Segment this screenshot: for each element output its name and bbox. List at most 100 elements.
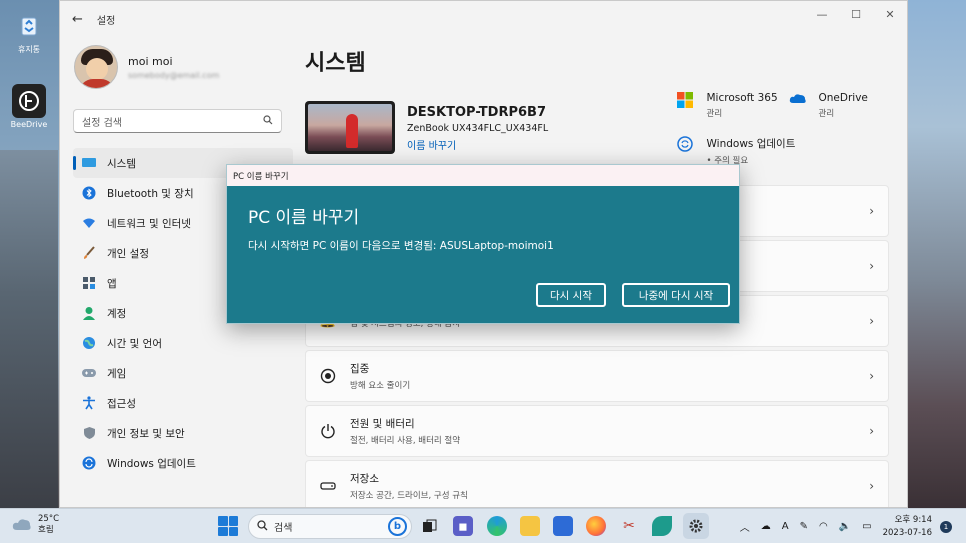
minimize-button[interactable]: — bbox=[805, 1, 839, 27]
close-button[interactable]: ✕ bbox=[873, 1, 907, 27]
search-icon bbox=[257, 519, 268, 534]
chat-icon[interactable]: ◼ bbox=[453, 516, 473, 536]
sidebar-item-accessibility[interactable]: 접근성 bbox=[73, 388, 293, 418]
settings-card-focus[interactable]: 집중 방해 요소 줄이기 › bbox=[305, 350, 889, 402]
search-placeholder: 설정 검색 bbox=[82, 117, 122, 129]
weather-widget[interactable]: 25°C 흐림 bbox=[12, 514, 59, 536]
beedrive-taskbar-icon[interactable] bbox=[652, 516, 672, 536]
beedrive-icon bbox=[12, 84, 46, 118]
chevron-right-icon: › bbox=[869, 259, 874, 273]
power-icon bbox=[320, 423, 336, 439]
profile-email: ​somebody@email.com bbox=[128, 70, 220, 80]
pen-icon[interactable]: ✎ bbox=[800, 521, 808, 532]
start-button[interactable] bbox=[218, 516, 238, 536]
clock-date: 2023-07-16 bbox=[882, 527, 932, 538]
window-title: 설정 bbox=[96, 15, 116, 27]
title-bar: ← 설정 bbox=[60, 1, 907, 37]
sidebar-item-label: 접근성 bbox=[107, 397, 136, 410]
settings-search-input[interactable]: 설정 검색 bbox=[73, 109, 282, 133]
account-icon bbox=[81, 305, 97, 321]
sidebar-item-label: Bluetooth 및 장치 bbox=[107, 187, 194, 200]
wallpaper-left bbox=[0, 150, 58, 508]
update-icon bbox=[81, 455, 97, 471]
card-subtitle: 방해 요소 줄이기 bbox=[350, 381, 411, 391]
clock[interactable]: 오후 9:14 2023-07-16 bbox=[883, 514, 932, 540]
maximize-button[interactable]: ☐ bbox=[839, 1, 873, 27]
desktop-icon-beedrive[interactable]: BeeDrive bbox=[6, 84, 52, 129]
sidebar-item-label: 계정 bbox=[107, 307, 127, 320]
onedrive-icon bbox=[789, 92, 806, 108]
quick-title: Windows 업데이트 bbox=[706, 138, 796, 150]
quick-title: Microsoft 365 bbox=[706, 92, 778, 104]
monitor-icon bbox=[81, 155, 97, 171]
back-arrow-icon[interactable]: ← bbox=[72, 12, 83, 27]
restart-later-button[interactable]: 나중에 다시 시작 bbox=[622, 283, 730, 307]
apps-icon bbox=[81, 275, 97, 291]
globe-icon bbox=[81, 335, 97, 351]
user-profile[interactable]: moi moi ​somebody@email.com bbox=[74, 45, 219, 89]
microsoft-365-icon bbox=[677, 92, 693, 108]
quick-windows-update[interactable]: Windows 업데이트 • 주의 필요 bbox=[677, 136, 795, 166]
snipping-tool-icon[interactable]: ✂ bbox=[619, 516, 639, 536]
settings-card-storage[interactable]: 저장소 저장소 공간, 드라이브, 구성 규칙 › bbox=[305, 460, 889, 507]
quick-microsoft-365[interactable]: Microsoft 365 관리 bbox=[677, 92, 778, 119]
sidebar-item-gaming[interactable]: 게임 bbox=[73, 358, 293, 388]
sidebar-item-label: Windows 업데이트 bbox=[107, 457, 196, 470]
settings-taskbar-icon[interactable] bbox=[683, 513, 709, 539]
weather-desc: 흐림 bbox=[38, 525, 54, 535]
card-title: 저장소 bbox=[350, 473, 379, 485]
task-view-icon[interactable] bbox=[420, 516, 440, 536]
bing-icon: b bbox=[388, 517, 407, 536]
search-icon bbox=[263, 114, 273, 128]
rename-link[interactable]: 이름 바꾸기 bbox=[407, 137, 548, 152]
sidebar-item-label: 앱 bbox=[107, 277, 117, 290]
rename-pc-dialog: PC 이름 바꾸기 PC 이름 바꾸기 다시 시작하면 PC 이름이 다음으로 … bbox=[226, 164, 740, 324]
sidebar-item-privacy[interactable]: 개인 정보 및 보안 bbox=[73, 418, 293, 448]
cloud-sync-icon[interactable]: ☁ bbox=[761, 521, 771, 532]
bluetooth-icon bbox=[81, 185, 97, 201]
notification-badge[interactable]: 1 bbox=[940, 520, 952, 533]
store-icon[interactable] bbox=[553, 516, 573, 536]
clock-time: 오후 9:14 bbox=[894, 514, 932, 525]
battery-icon[interactable]: ▭ bbox=[862, 521, 871, 532]
dialog-titlebar: PC 이름 바꾸기 bbox=[227, 165, 739, 186]
recycle-bin-icon bbox=[12, 8, 46, 42]
cloud-icon bbox=[12, 517, 32, 534]
wifi-icon[interactable]: ◠ bbox=[819, 521, 828, 532]
desktop-icon-label: BeeDrive bbox=[10, 120, 48, 129]
restart-now-button[interactable]: 다시 시작 bbox=[536, 283, 606, 307]
quick-title: OneDrive bbox=[818, 92, 868, 104]
card-subtitle: 저장소 공간, 드라이브, 구성 규칙 bbox=[350, 491, 468, 501]
sidebar-item-windows-update[interactable]: Windows 업데이트 bbox=[73, 448, 293, 478]
brush-icon bbox=[81, 245, 97, 261]
chevron-up-icon[interactable]: ︿ bbox=[740, 519, 750, 534]
sidebar-item-time-language[interactable]: 시간 및 언어 bbox=[73, 328, 293, 358]
sidebar-item-label: 시간 및 언어 bbox=[107, 337, 162, 350]
taskbar-search[interactable]: 검색 b bbox=[248, 514, 412, 539]
ime-icon[interactable]: A bbox=[782, 521, 789, 532]
taskbar-search-label: 검색 bbox=[274, 523, 293, 534]
device-summary: DESKTOP-TDRP6B7 ZenBook UX434FLC_UX434FL… bbox=[305, 101, 548, 154]
sidebar-item-label: 개인 설정 bbox=[107, 247, 149, 260]
desktop-icon-recycle-bin[interactable]: 휴지통 bbox=[6, 8, 52, 55]
card-subtitle: 절전, 배터리 사용, 배터리 절약 bbox=[350, 436, 461, 446]
weather-temp: 25°C bbox=[38, 514, 60, 524]
file-explorer-icon[interactable] bbox=[520, 516, 540, 536]
wifi-icon bbox=[81, 215, 97, 231]
edge-icon[interactable] bbox=[487, 516, 507, 536]
firefox-icon[interactable] bbox=[586, 516, 606, 536]
card-title: 전원 및 배터리 bbox=[350, 418, 415, 430]
gamepad-icon bbox=[81, 365, 97, 381]
avatar bbox=[74, 45, 118, 89]
window-controls: — ☐ ✕ bbox=[805, 1, 907, 27]
settings-card-power[interactable]: 전원 및 배터리절전, 배터리 사용, 배터리 절약 › bbox=[305, 405, 889, 457]
device-name: DESKTOP-TDRP6B7 bbox=[407, 105, 547, 120]
volume-icon[interactable]: 🔈 bbox=[839, 521, 851, 532]
quick-subtitle: 관리 bbox=[706, 109, 723, 119]
sidebar-item-label: 시스템 bbox=[107, 157, 136, 170]
chevron-right-icon: › bbox=[869, 424, 874, 438]
taskbar: 25°C 흐림 검색 b ◼ ✂ ︿ ☁ A ✎ ◠ 🔈 ▭ 오후 9:14 20… bbox=[0, 508, 966, 543]
quick-onedrive[interactable]: OneDrive 관리 bbox=[789, 92, 868, 119]
chevron-right-icon: › bbox=[869, 314, 874, 328]
update-icon bbox=[677, 136, 693, 152]
